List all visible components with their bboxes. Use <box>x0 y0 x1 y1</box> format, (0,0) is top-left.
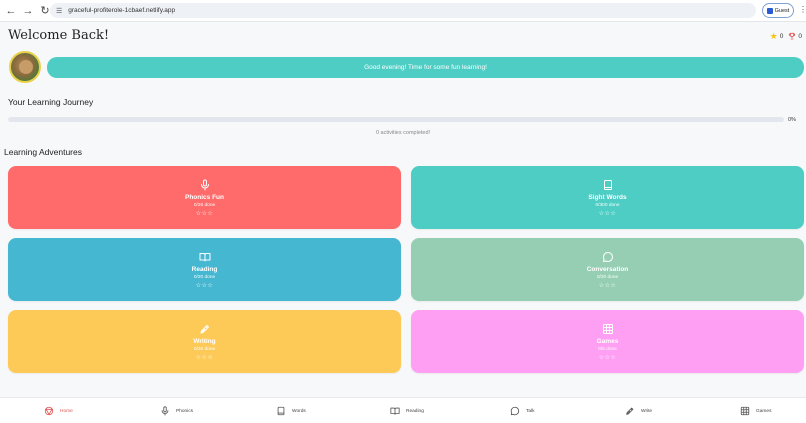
open-book-icon <box>199 252 210 261</box>
card-reading[interactable]: Reading 0/20 done ☆☆☆ <box>8 238 401 301</box>
journey-progress-bar <box>8 117 784 122</box>
url-text: graceful-profiterole-1cbaef.netlify.app <box>68 7 176 14</box>
card-progress: 0/300 done <box>595 202 620 208</box>
card-stars: ☆☆☆ <box>598 210 617 217</box>
page-title: Welcome Back! <box>8 28 110 43</box>
card-progress: 0/20 done <box>596 274 619 280</box>
chat-bubble-icon <box>510 406 520 416</box>
book-icon <box>277 406 285 416</box>
stars-count: 0 <box>779 33 784 40</box>
adventures-heading: Learning Adventures <box>4 147 82 157</box>
avatar-image <box>19 60 33 74</box>
star-icon: ★ <box>769 31 778 41</box>
address-bar[interactable]: ☰ graceful-profiterole-1cbaef.netlify.ap… <box>50 3 756 18</box>
back-icon[interactable]: ← <box>4 4 18 18</box>
microphone-icon <box>200 179 209 190</box>
nav-label: Home <box>60 408 73 414</box>
progress-percent: 0% <box>788 117 796 123</box>
card-title: Games <box>596 337 619 345</box>
profile-button[interactable]: Guest <box>762 3 794 18</box>
card-progress: 0/26 done <box>193 346 216 352</box>
card-title: Sight Words <box>588 193 627 201</box>
card-stars: ☆☆☆ <box>195 282 214 289</box>
card-phonics-fun[interactable]: Phonics Fun 0/26 done ☆☆☆ <box>8 166 401 229</box>
microphone-icon <box>161 406 169 416</box>
trophy-icon <box>788 32 796 42</box>
card-stars: ☆☆☆ <box>195 354 214 361</box>
card-progress: 0/5 done <box>598 346 617 352</box>
browser-menu-icon[interactable]: ⋮ <box>799 5 806 14</box>
card-title: Reading <box>191 265 218 273</box>
open-book-icon <box>390 407 400 415</box>
forward-icon[interactable]: → <box>21 4 35 18</box>
nav-talk[interactable]: Talk <box>510 406 535 416</box>
nav-write[interactable]: Write <box>625 406 652 416</box>
card-sight-words[interactable]: Sight Words 0/300 done ☆☆☆ <box>411 166 804 229</box>
stats-bar: ★ 0 0 <box>770 31 802 42</box>
card-writing[interactable]: Writing 0/26 done ☆☆☆ <box>8 310 401 373</box>
bottom-navigation: Home Phonics Words Reading Talk Write Ga… <box>0 397 806 423</box>
nav-label: Write <box>641 408 653 414</box>
card-title: Conversation <box>586 265 629 273</box>
pen-icon <box>626 407 634 415</box>
nav-label: Phonics <box>176 408 194 414</box>
profile-icon <box>766 7 773 14</box>
card-stars: ☆☆☆ <box>195 210 214 217</box>
home-icon <box>44 406 54 416</box>
book-icon <box>603 179 612 190</box>
avatar[interactable] <box>9 51 41 83</box>
card-progress: 0/26 done <box>193 202 216 208</box>
nav-label: Reading <box>406 408 424 414</box>
journey-heading: Your Learning Journey <box>8 97 94 107</box>
card-progress: 0/20 done <box>193 274 216 280</box>
nav-label: Talk <box>526 408 535 414</box>
grid-icon <box>740 406 750 416</box>
card-stars: ☆☆☆ <box>598 354 617 361</box>
card-games[interactable]: Games 0/5 done ☆☆☆ <box>411 310 804 373</box>
nav-phonics[interactable]: Phonics <box>160 406 193 416</box>
greeting-text: Good evening! Time for some fun learning… <box>364 64 487 71</box>
activities-completed-label: 0 activities completed! <box>375 130 431 136</box>
profile-label: Guest <box>774 7 790 14</box>
card-conversation[interactable]: Conversation 0/20 done ☆☆☆ <box>411 238 804 301</box>
nav-games[interactable]: Games <box>740 406 771 416</box>
card-title: Writing <box>193 337 216 345</box>
nav-home[interactable]: Home <box>44 406 73 416</box>
trophies-count: 0 <box>798 33 802 40</box>
nav-label: Words <box>292 408 306 414</box>
pen-icon <box>200 324 209 333</box>
nav-words[interactable]: Words <box>276 406 306 416</box>
nav-label: Games <box>756 408 772 414</box>
grid-icon <box>602 323 613 334</box>
card-stars: ☆☆☆ <box>598 282 617 289</box>
nav-reading[interactable]: Reading <box>390 406 424 416</box>
site-settings-icon[interactable]: ☰ <box>56 7 62 15</box>
greeting-banner: Good evening! Time for some fun learning… <box>47 57 804 78</box>
chat-bubble-icon <box>602 251 613 262</box>
card-title: Phonics Fun <box>185 193 224 201</box>
